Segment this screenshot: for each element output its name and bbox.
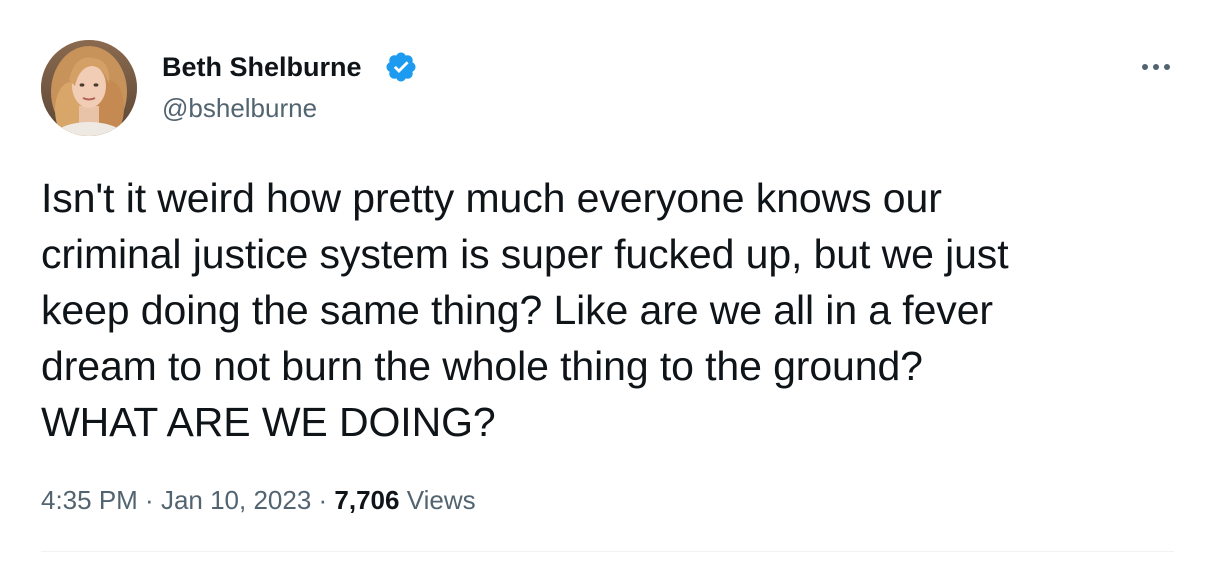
tweet-text-line: criminal justice system is super fucked … — [41, 231, 1009, 277]
tweet-metadata: 4:35 PM · Jan 10, 2023 · 7,706 Views — [41, 482, 476, 518]
tweet-card: Beth Shelburne @bshelburne Isn't it weir… — [0, 0, 1218, 576]
tweet-text-line: WHAT ARE WE DOING? — [41, 399, 496, 445]
avatar-image — [41, 40, 137, 136]
tweet-time[interactable]: 4:35 PM — [41, 485, 138, 515]
meta-separator: · — [311, 485, 335, 515]
tweet-text-line: keep doing the same thing? Like are we a… — [41, 287, 993, 333]
tweet-text: Isn't it weird how pretty much everyone … — [41, 170, 1181, 450]
views-count[interactable]: 7,706 — [334, 485, 399, 515]
more-options-button[interactable] — [1136, 52, 1176, 82]
author-handle[interactable]: @bshelburne — [162, 92, 317, 124]
more-options-icon — [1142, 64, 1170, 70]
avatar[interactable] — [41, 40, 137, 136]
tweet-date[interactable]: Jan 10, 2023 — [161, 485, 311, 515]
divider — [41, 551, 1174, 552]
tweet-text-line: Isn't it weird how pretty much everyone … — [41, 175, 942, 221]
views-label: Views — [406, 485, 476, 515]
meta-separator: · — [137, 485, 161, 515]
author-name[interactable]: Beth Shelburne — [162, 50, 362, 84]
verified-badge-icon[interactable] — [384, 50, 418, 84]
tweet-text-line: dream to not burn the whole thing to the… — [41, 343, 923, 389]
